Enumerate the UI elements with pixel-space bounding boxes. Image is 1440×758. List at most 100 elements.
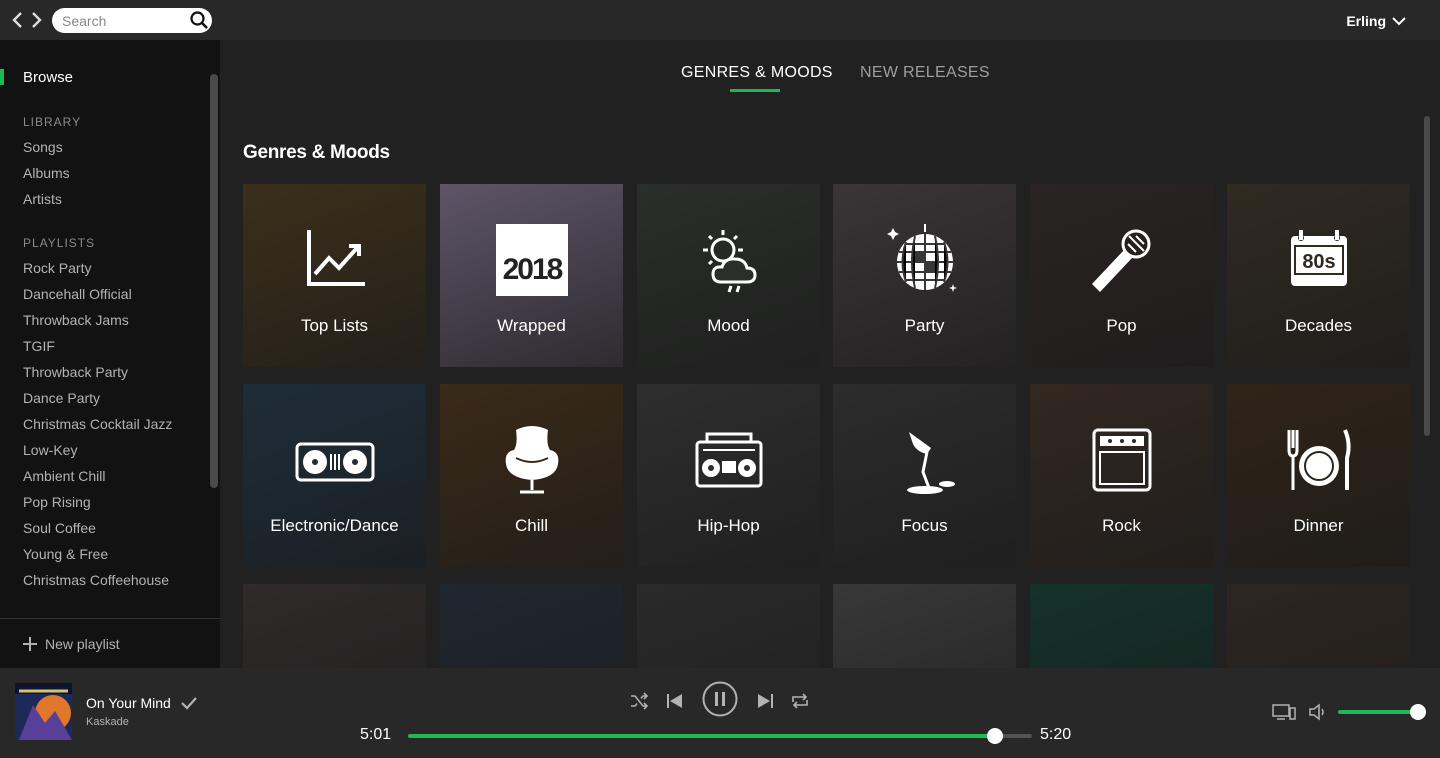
- tile-label: Decades: [1284, 316, 1353, 335]
- playlist-item[interactable]: Throwback Party: [23, 364, 128, 380]
- playlist-item[interactable]: Christmas Cocktail Jazz: [23, 416, 172, 432]
- tile-label: Rock: [1102, 516, 1141, 535]
- search-input[interactable]: [62, 11, 182, 30]
- user-menu[interactable]: Erling: [1346, 12, 1406, 30]
- tile-wrapped[interactable]: 2018 Wrapped: [440, 184, 623, 367]
- sun-cloud-icon: [702, 230, 757, 293]
- turntable-icon: [295, 442, 374, 482]
- sidebar-divider: [0, 618, 220, 619]
- album-art[interactable]: [15, 683, 72, 740]
- main-content: GENRES & MOODS NEW RELEASES Genres & Moo…: [220, 40, 1440, 668]
- tile-pop[interactable]: Pop: [1030, 184, 1213, 367]
- wrapped-icon-text: 2018: [502, 253, 562, 286]
- tile-label: Hip-Hop: [697, 516, 760, 535]
- sidebar: Browse LIBRARY Songs Albums Artists PLAY…: [0, 40, 220, 668]
- top-bar: Erling: [0, 0, 1440, 40]
- egg-chair-icon: [505, 426, 558, 494]
- volume-handle[interactable]: [1410, 704, 1426, 720]
- playlist-item[interactable]: Ambient Chill: [23, 468, 105, 484]
- main-scrollbar[interactable]: [1424, 116, 1430, 436]
- playlist-item[interactable]: Christmas Coffeehouse: [23, 572, 169, 588]
- progress-fill: [408, 734, 996, 738]
- tile-decades[interactable]: 80s Decades: [1227, 184, 1410, 367]
- tile-rock[interactable]: Rock: [1030, 384, 1213, 567]
- playlist-item[interactable]: Dance Party: [23, 390, 100, 406]
- playlist-item[interactable]: Dancehall Official: [23, 286, 132, 302]
- sidebar-item-browse[interactable]: Browse: [23, 69, 73, 86]
- disco-ball-icon: [886, 224, 957, 292]
- sidebar-item-albums[interactable]: Albums: [23, 165, 70, 181]
- playlists-heading: PLAYLISTS: [23, 236, 96, 250]
- tile-focus[interactable]: Focus: [833, 384, 1016, 567]
- tile-top-lists[interactable]: Top Lists: [243, 184, 426, 367]
- sidebar-item-artists[interactable]: Artists: [23, 191, 62, 207]
- microphone-icon: [1091, 229, 1150, 292]
- library-heading: LIBRARY: [23, 115, 82, 129]
- repeat-icon[interactable]: [791, 692, 809, 710]
- new-playlist-button[interactable]: New playlist: [23, 636, 120, 652]
- chevron-down-icon: [1392, 17, 1406, 26]
- total-duration: 5:20: [1040, 726, 1072, 743]
- tile-chill[interactable]: Chill: [440, 384, 623, 567]
- forward-arrow-icon[interactable]: [26, 10, 46, 30]
- progress-bar[interactable]: [408, 728, 1032, 744]
- tile-party[interactable]: Party: [833, 184, 1016, 367]
- tile-label: Party: [904, 316, 945, 335]
- calendar-80s-icon: 80s: [1290, 230, 1347, 286]
- tab-new-releases[interactable]: NEW RELEASES: [860, 64, 990, 82]
- playlist-item[interactable]: Young & Free: [23, 546, 108, 562]
- tile-partial[interactable]: [440, 584, 623, 668]
- search-box[interactable]: [52, 8, 212, 33]
- tile-mood[interactable]: Mood: [637, 184, 820, 367]
- tile-partial[interactable]: [637, 584, 820, 668]
- wrapped-2018-icon: 2018: [495, 224, 568, 296]
- tab-genres-moods[interactable]: GENRES & MOODS: [681, 64, 833, 82]
- progress-handle[interactable]: [987, 728, 1004, 744]
- playlist-item[interactable]: Soul Coffee: [23, 520, 96, 536]
- tile-label: Dinner: [1293, 516, 1344, 535]
- sidebar-scrollbar[interactable]: [210, 74, 218, 488]
- tile-label: Wrapped: [497, 316, 566, 335]
- track-artist[interactable]: Kaskade: [86, 716, 129, 728]
- sidebar-item-songs[interactable]: Songs: [23, 139, 63, 155]
- active-indicator: [0, 69, 4, 85]
- volume-fill: [1338, 710, 1418, 714]
- playlist-item[interactable]: Rock Party: [23, 260, 91, 276]
- tile-partial[interactable]: [1030, 584, 1213, 668]
- track-title[interactable]: On Your Mind: [86, 695, 171, 711]
- plus-icon: [23, 637, 37, 651]
- playlist-item[interactable]: Low-Key: [23, 442, 77, 458]
- next-track-icon[interactable]: [756, 692, 774, 710]
- volume-icon[interactable]: [1308, 703, 1328, 721]
- playlist-item[interactable]: TGIF: [23, 338, 55, 354]
- back-arrow-icon[interactable]: [8, 10, 28, 30]
- tile-partial[interactable]: [833, 584, 1016, 668]
- shuffle-icon[interactable]: [630, 692, 648, 710]
- active-tab-underline: [730, 89, 780, 92]
- player-bar: On Your Mind Kaskade 5:01 5:20: [0, 668, 1440, 758]
- tile-label: Pop: [1106, 316, 1137, 335]
- search-icon[interactable]: [189, 10, 209, 30]
- album-art-image: [15, 683, 72, 740]
- section-title: Genres & Moods: [243, 142, 390, 163]
- tile-hip-hop[interactable]: Hip-Hop: [637, 384, 820, 567]
- tile-label: Top Lists: [300, 316, 369, 335]
- pause-button[interactable]: [702, 681, 738, 717]
- boombox-icon: [695, 432, 762, 488]
- tile-electronic-dance[interactable]: Electronic/Dance: [243, 384, 426, 567]
- playlist-item[interactable]: Throwback Jams: [23, 312, 129, 328]
- tile-dinner[interactable]: Dinner: [1227, 384, 1410, 567]
- tile-partial[interactable]: [243, 584, 426, 668]
- checkmark-icon[interactable]: [181, 695, 197, 711]
- elapsed-time: 5:01: [360, 726, 392, 743]
- devices-icon[interactable]: [1272, 703, 1296, 721]
- playlist-item[interactable]: Pop Rising: [23, 494, 91, 510]
- tile-partial[interactable]: [1227, 584, 1410, 668]
- user-name: Erling: [1346, 13, 1386, 29]
- new-playlist-label: New playlist: [45, 636, 120, 652]
- tile-label: Electronic/Dance: [270, 516, 399, 535]
- tile-label: Chill: [514, 516, 549, 535]
- previous-track-icon[interactable]: [666, 692, 684, 710]
- tile-label: Mood: [707, 316, 750, 335]
- volume-slider[interactable]: [1338, 704, 1426, 720]
